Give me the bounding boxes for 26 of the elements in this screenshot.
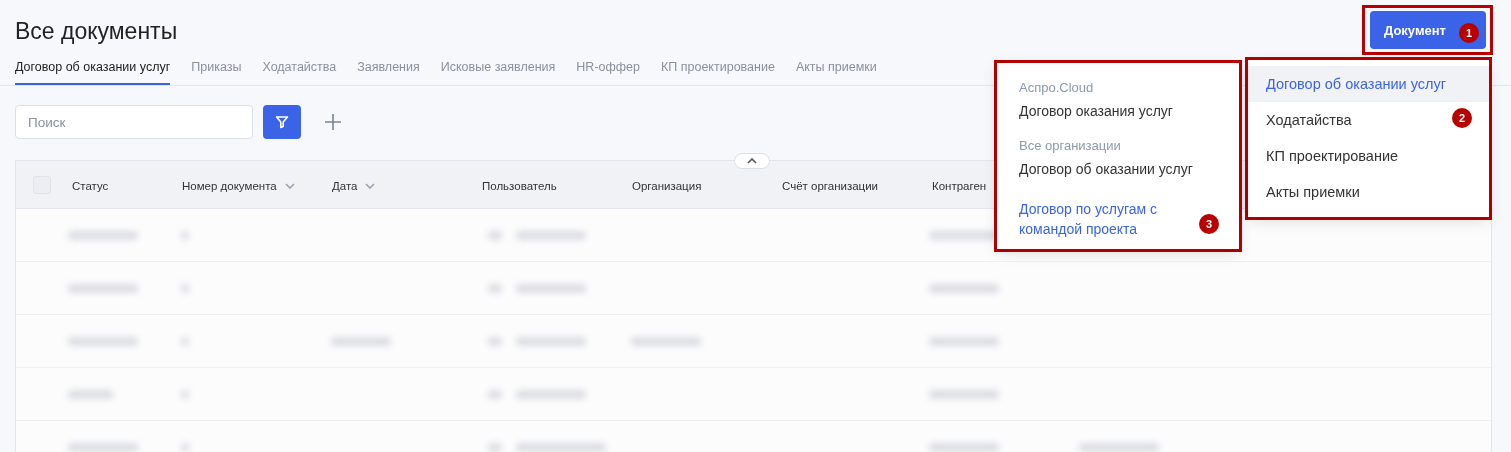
collapse-button[interactable] xyxy=(734,153,770,169)
column-header[interactable]: Организация xyxy=(632,179,702,192)
plus-icon xyxy=(324,113,342,131)
filter-icon xyxy=(275,115,289,129)
column-header[interactable]: Дата xyxy=(332,179,376,192)
menu-group-label: Аспро.Cloud xyxy=(1018,79,1095,95)
chevron-up-icon xyxy=(747,158,757,164)
menu-item[interactable]: Договор по услугам с командой проекта xyxy=(997,185,1184,245)
menu-item[interactable]: Договор об оказании услуг xyxy=(997,153,1193,185)
column-header[interactable]: Статус xyxy=(72,179,109,192)
chevron-down-icon[interactable] xyxy=(365,182,376,189)
menu-item[interactable]: Акты приемки xyxy=(1248,174,1444,210)
column-header[interactable]: Пользователь xyxy=(482,179,557,192)
menu-group-label: Все организации xyxy=(1018,137,1122,153)
search-field[interactable]: Поиск xyxy=(15,105,253,139)
menu-item[interactable]: Договор об оказании услуг xyxy=(1248,66,1489,102)
page-title: Все документы xyxy=(15,17,178,46)
tab[interactable]: Договор об оказании услуг xyxy=(15,56,171,85)
menu-item[interactable]: Ходатайства xyxy=(1248,102,1444,138)
chevron-down-icon[interactable] xyxy=(284,182,295,189)
column-header[interactable]: Номер документа xyxy=(182,179,295,192)
column-header[interactable]: Контраген xyxy=(932,179,987,192)
menu-item[interactable]: Договор оказания услуг xyxy=(997,95,1173,127)
filter-button[interactable] xyxy=(263,105,301,139)
column-header[interactable]: Счёт организации xyxy=(782,179,879,192)
menu-item[interactable]: КП проектирование xyxy=(1248,138,1444,174)
